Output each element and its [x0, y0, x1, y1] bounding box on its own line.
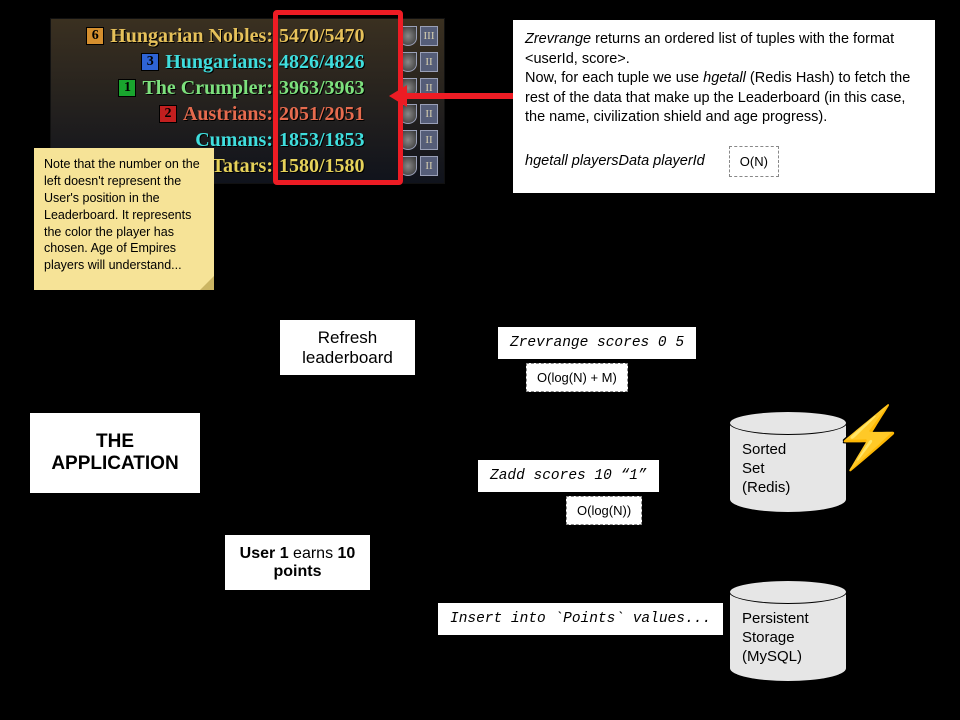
player-name: The Crumpler:: [142, 77, 273, 100]
mysql-label-3: (MySQL): [742, 648, 836, 667]
redis-label-2: Set: [742, 460, 836, 479]
player-name: Tatars:: [212, 155, 273, 178]
player-name: Austrians:: [183, 103, 273, 126]
sql-insert-command-box: Insert into `Points` values...: [438, 603, 723, 635]
arrow-to-leaderboard: [405, 93, 513, 99]
hgetall-command: hgetall playersData playerId: [525, 152, 705, 172]
refresh-leaderboard-box: Refresh leaderboard: [280, 320, 415, 375]
zadd-complexity: O(log(N)): [566, 496, 642, 525]
player-badges: II: [399, 52, 438, 72]
age-badge: II: [420, 130, 438, 150]
player-color-badge: 1: [118, 79, 136, 97]
mysql-label-1: Persistent: [742, 610, 836, 629]
redis-db: Sorted Set (Redis): [729, 411, 849, 513]
hgetall-term: hgetall: [703, 70, 746, 86]
mysql-db: Persistent Storage (MySQL): [729, 580, 849, 682]
score-highlight-box: [273, 10, 403, 185]
player-color-badge: 6: [86, 27, 104, 45]
player-color-badge: 3: [141, 53, 159, 71]
redis-label-3: (Redis): [742, 479, 836, 498]
explanation-box: Zrevrange returns an ordered list of tup…: [513, 20, 935, 193]
player-badges: II: [399, 130, 438, 150]
redis-label-1: Sorted: [742, 441, 836, 460]
player-color-badge: 2: [159, 105, 177, 123]
zrevrange-command-box: Zrevrange scores 0 5: [498, 327, 696, 359]
zadd-command-box: Zadd scores 10 “1”: [478, 460, 659, 492]
age-badge: II: [420, 104, 438, 124]
age-badge: III: [420, 26, 438, 46]
zrevrange-term: Zrevrange: [525, 31, 591, 47]
user-earns-points-box: User 1 earns 10 points: [225, 535, 370, 590]
zrevrange-complexity: O(log(N) + M): [526, 363, 628, 392]
player-badges: II: [399, 104, 438, 124]
sticky-note: Note that the number on the left doesn't…: [34, 148, 214, 290]
mysql-label-2: Storage: [742, 629, 836, 648]
explanation-line2a: Now, for each tuple we use: [525, 70, 703, 86]
application-box: THE APPLICATION: [30, 413, 200, 493]
age-badge: II: [420, 52, 438, 72]
player-badges: III: [399, 26, 438, 46]
hgetall-complexity: O(N): [729, 146, 779, 178]
player-badges: II: [399, 156, 438, 176]
player-name: Hungarian Nobles:: [110, 25, 273, 48]
age-badge: II: [420, 156, 438, 176]
player-name: Hungarians:: [165, 51, 273, 74]
